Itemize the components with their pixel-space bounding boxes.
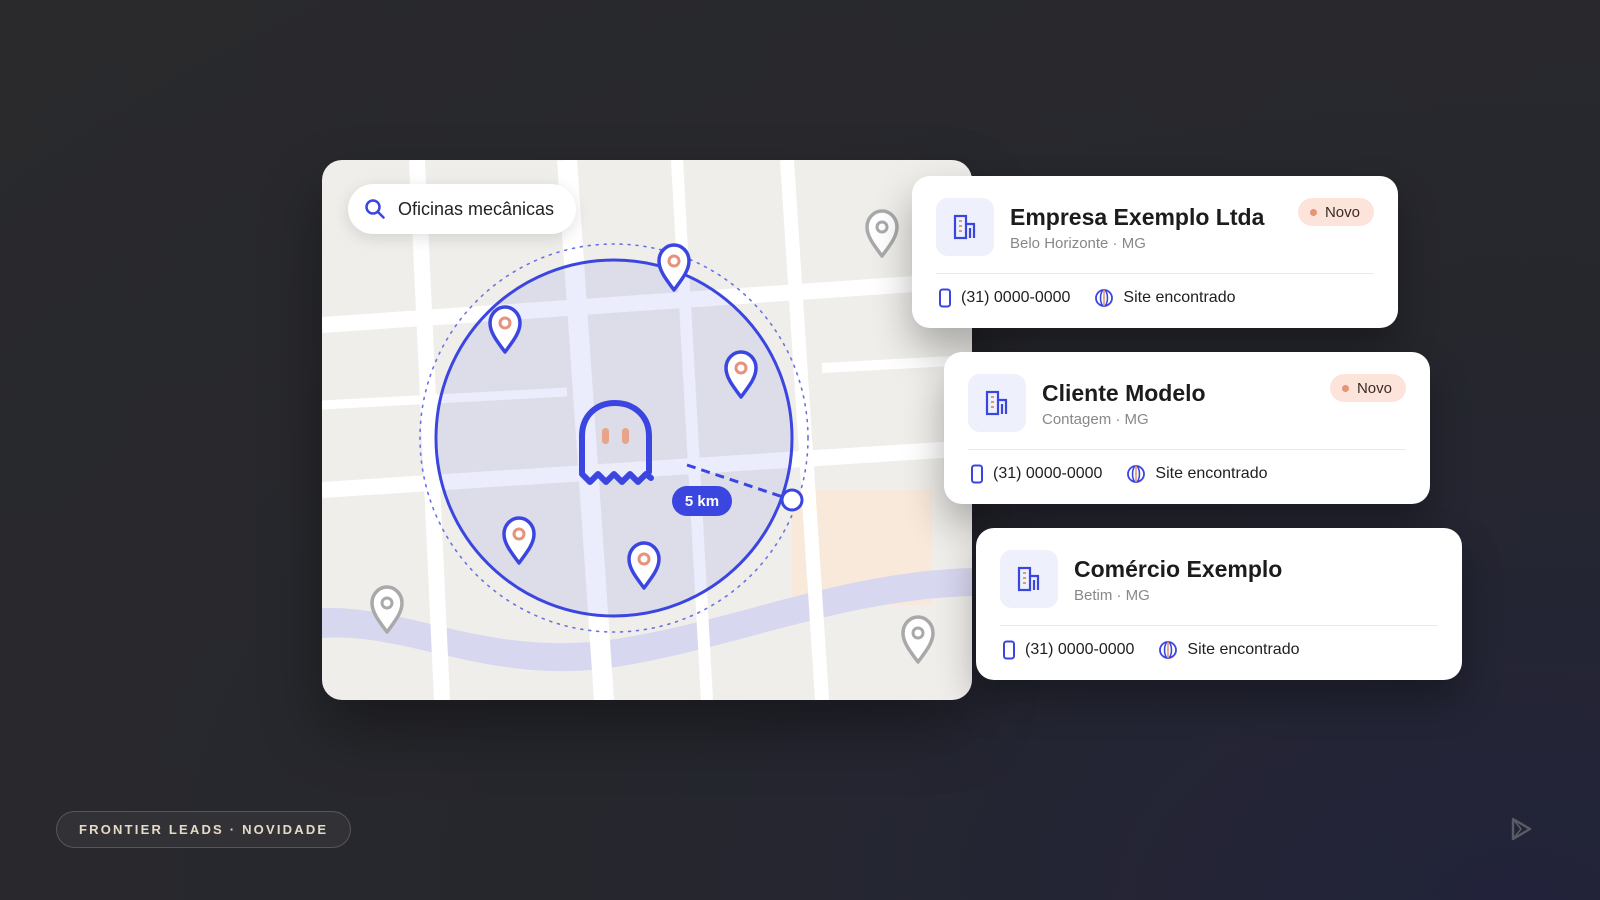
- search-icon: [365, 199, 385, 219]
- lead-phone[interactable]: (31) 0000-0000: [938, 288, 1070, 308]
- phone-number: (31) 0000-0000: [993, 465, 1103, 482]
- divider: [968, 449, 1406, 450]
- map-card[interactable]: Oficinas mecânicas 5 km: [322, 160, 972, 700]
- lead-location: Betim · MG: [1074, 587, 1150, 604]
- map-pin-icon[interactable]: [865, 209, 899, 258]
- phone-icon: [971, 464, 983, 484]
- search-query: Oficinas mecânicas: [398, 198, 555, 219]
- lead-card[interactable]: Empresa Exemplo Ltda Belo Horizonte · MG…: [912, 176, 1398, 328]
- lead-meta: (31) 0000-0000 Site encontrado: [970, 464, 1268, 484]
- globe-icon: [1127, 465, 1146, 483]
- company-logo: [1000, 550, 1058, 608]
- status-dot: [1341, 384, 1349, 392]
- search-bar[interactable]: Oficinas mecânicas: [348, 184, 577, 234]
- phone-number: (31) 0000-0000: [961, 289, 1071, 306]
- lead-site[interactable]: Site encontrado: [1094, 288, 1236, 308]
- lead-phone[interactable]: (31) 0000-0000: [970, 464, 1102, 484]
- lead-name: Empresa Exemplo Ltda: [1010, 204, 1265, 230]
- brand-logo-icon: [1511, 817, 1532, 841]
- lead-site[interactable]: Site encontrado: [1126, 464, 1268, 484]
- site-status: Site encontrado: [1123, 289, 1236, 306]
- lead-phone[interactable]: (31) 0000-0000: [1002, 640, 1134, 660]
- lead-card[interactable]: Cliente Modelo Contagem · MG Novo (31) 0…: [944, 352, 1430, 504]
- globe-icon: [1095, 289, 1114, 307]
- map-view[interactable]: [322, 160, 972, 700]
- lead-meta: (31) 0000-0000 Site encontrado: [1002, 640, 1300, 660]
- status-badge-label: Novo: [1324, 203, 1360, 221]
- building-icon: [953, 214, 976, 240]
- divider: [936, 273, 1374, 274]
- lead-location: Contagem · MG: [1042, 411, 1149, 428]
- status-badge: Novo: [1329, 374, 1406, 402]
- site-status: Site encontrado: [1187, 641, 1300, 658]
- phone-number: (31) 0000-0000: [1025, 641, 1135, 658]
- site-status: Site encontrado: [1155, 465, 1268, 482]
- phone-icon: [939, 288, 951, 308]
- building-icon: [1017, 566, 1040, 592]
- lead-card[interactable]: Comércio Exemplo Betim · MG (31) 0000-00…: [976, 528, 1462, 680]
- status-dot: [1309, 208, 1317, 216]
- company-logo: [968, 374, 1026, 432]
- lead-location: Belo Horizonte · MG: [1010, 235, 1146, 252]
- globe-icon: [1159, 641, 1178, 659]
- radius-label: 5 km: [672, 486, 732, 516]
- divider: [1000, 625, 1438, 626]
- lead-site[interactable]: Site encontrado: [1158, 640, 1300, 660]
- phone-icon: [1003, 640, 1015, 660]
- status-badge-label: Novo: [1356, 379, 1392, 397]
- status-badge: Novo: [1297, 198, 1374, 226]
- building-icon: [985, 390, 1008, 416]
- footer-tag: FRONTIER LEADS · NOVIDADE: [56, 811, 352, 848]
- company-logo: [936, 198, 994, 256]
- radius-handle[interactable]: [780, 488, 804, 512]
- map-pin-icon[interactable]: [901, 615, 935, 664]
- lead-meta: (31) 0000-0000 Site encontrado: [938, 288, 1236, 308]
- lead-name: Cliente Modelo: [1042, 380, 1206, 406]
- lead-name: Comércio Exemplo: [1074, 556, 1283, 582]
